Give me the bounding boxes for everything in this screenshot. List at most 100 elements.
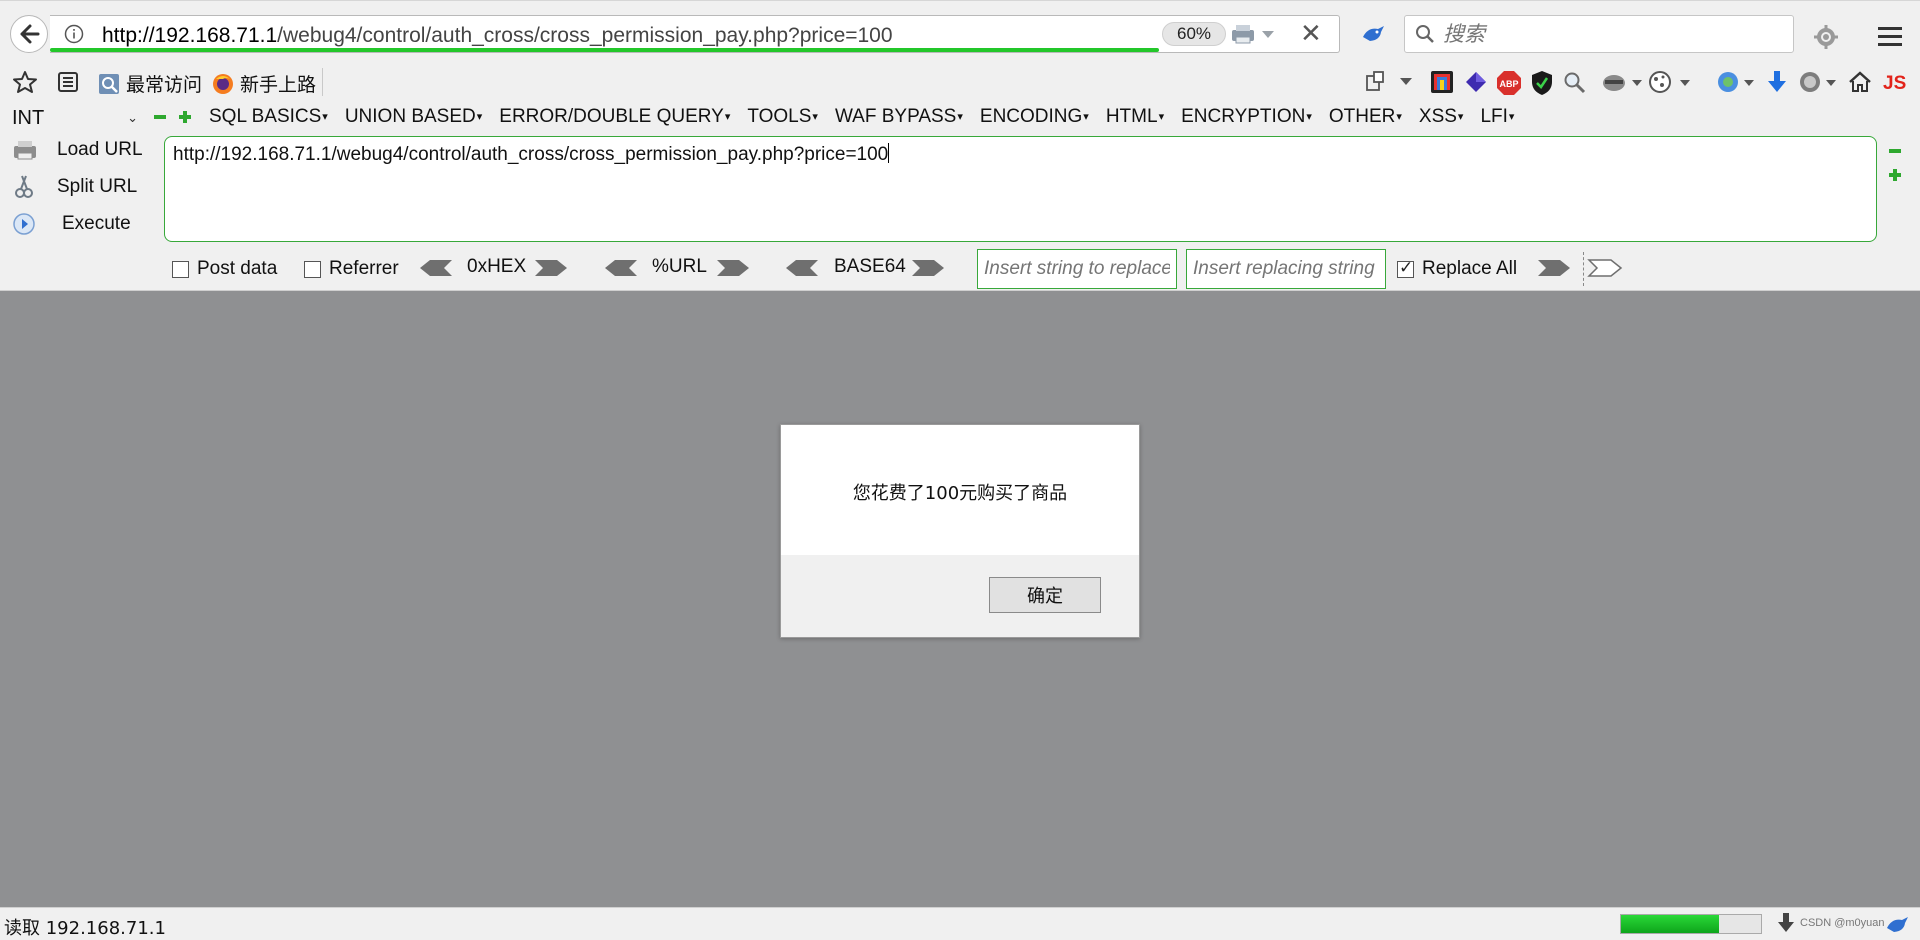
- alert-message-area: 您花费了100元购买了商品: [781, 425, 1139, 555]
- home-icon[interactable]: [1848, 70, 1872, 94]
- back-button[interactable]: [10, 15, 48, 53]
- shrink-textarea-icon[interactable]: [1888, 146, 1902, 156]
- reading-list-icon[interactable]: [56, 70, 80, 94]
- url-host: http://192.168.71.1: [102, 24, 278, 47]
- menu-encoding[interactable]: ENCODING: [980, 106, 1089, 128]
- hex-encoder-label: 0xHEX: [467, 256, 527, 277]
- download-progress-bar: [1620, 914, 1762, 934]
- page-load-progress: [50, 48, 1159, 52]
- options-separator: [1583, 252, 1584, 286]
- hackbar-options-row: Post data Referrer 0xHEX %URL BASE64 Rep…: [0, 246, 1920, 289]
- globe-extension-icon[interactable]: [1798, 70, 1838, 94]
- javascript-toggle-icon[interactable]: JS: [1882, 70, 1912, 94]
- checkbox-box: [304, 260, 321, 278]
- checkbox-box-checked: [1397, 258, 1414, 278]
- pocket-extension-icon[interactable]: [1430, 70, 1454, 94]
- minus-icon[interactable]: [153, 110, 167, 124]
- replace-all-label: Replace All: [1422, 258, 1518, 279]
- scissors-icon: [15, 175, 33, 198]
- split-url-button[interactable]: Split URL: [12, 174, 137, 200]
- tray-icon[interactable]: [1884, 914, 1910, 936]
- status-bar: 读取 192.168.71.1 CSDN @m0yuan: [0, 907, 1920, 940]
- back-arrow-icon: [20, 24, 40, 44]
- load-url-icon: [14, 141, 36, 160]
- execute-button[interactable]: Execute: [12, 212, 131, 236]
- status-text: 读取 192.168.71.1: [4, 918, 166, 939]
- chevron-down-icon: ⌄: [127, 110, 138, 125]
- type-select-value: INT: [12, 106, 45, 129]
- referrer-checkbox[interactable]: Referrer: [304, 258, 399, 280]
- translate-extension-icon[interactable]: [1716, 70, 1756, 94]
- replace-string-input[interactable]: [977, 249, 1177, 289]
- menu-tools[interactable]: TOOLS: [747, 106, 818, 128]
- screenshot-extension-icon[interactable]: [1364, 70, 1388, 94]
- gear-icon[interactable]: [1814, 25, 1838, 49]
- menu-waf-bypass[interactable]: WAF BYPASS: [835, 106, 963, 128]
- download-icon[interactable]: [1776, 912, 1796, 934]
- replace-all-checkbox[interactable]: Replace All: [1397, 258, 1517, 280]
- adblock-plus-icon[interactable]: ABP: [1496, 70, 1522, 96]
- replacing-string-input[interactable]: [1186, 249, 1386, 289]
- execute-label: Execute: [62, 213, 131, 234]
- printer-icon[interactable]: [1230, 23, 1276, 45]
- post-data-checkbox[interactable]: Post data: [172, 258, 277, 280]
- menu-other[interactable]: OTHER: [1329, 106, 1402, 128]
- search-icon: [1416, 25, 1434, 43]
- hackbar-panel: INT ⌄ SQL BASICS UNION BASED ERROR/DOUBL…: [0, 102, 1920, 291]
- decode-base64-arrow-icon[interactable]: [784, 258, 820, 278]
- menu-union-based[interactable]: UNION BASED: [345, 106, 482, 128]
- menu-xss[interactable]: XSS: [1419, 106, 1464, 128]
- menu-sql-basics[interactable]: SQL BASICS: [209, 106, 328, 128]
- search-bar[interactable]: [1404, 15, 1794, 53]
- hamburger-menu-icon[interactable]: [1876, 25, 1904, 47]
- menu-error-double-query[interactable]: ERROR/DOUBLE QUERY: [499, 106, 730, 128]
- hackbar-url-value: http://192.168.71.1/webug4/control/auth_…: [173, 144, 889, 165]
- load-url-button[interactable]: Load URL: [12, 138, 143, 162]
- magnifier-extension-icon[interactable]: [1562, 70, 1586, 94]
- bookmark-most-visited[interactable]: 最常访问: [98, 70, 202, 97]
- stop-icon[interactable]: ✕: [1300, 18, 1322, 49]
- hackbar-url-textarea[interactable]: http://192.168.71.1/webug4/control/auth_…: [164, 136, 1877, 242]
- bookmarks-separator: [322, 68, 323, 96]
- search-input[interactable]: [1441, 21, 1775, 49]
- bookmark-getting-started[interactable]: 新手上路: [212, 70, 316, 97]
- diamond-extension-icon[interactable]: [1464, 70, 1488, 94]
- grow-textarea-icon[interactable]: [1888, 168, 1902, 182]
- cookie-extension-icon[interactable]: [1648, 70, 1692, 94]
- zoom-indicator[interactable]: 60%: [1162, 22, 1226, 46]
- bookmarks-toolbar: 最常访问 新手上路 ABP JS: [0, 62, 1920, 102]
- menu-html[interactable]: HTML: [1106, 106, 1164, 128]
- alert-dialog: 您花费了100元购买了商品 确定: [780, 424, 1140, 638]
- load-url-label: Load URL: [57, 139, 143, 160]
- download-arrow-icon[interactable]: [1766, 70, 1788, 94]
- spy-extension-icon[interactable]: [1602, 70, 1642, 94]
- replace-reverse-arrow-icon[interactable]: [1587, 258, 1623, 278]
- type-select[interactable]: INT ⌄: [12, 106, 140, 130]
- url-encoder-label: %URL: [652, 256, 707, 277]
- post-data-label: Post data: [197, 258, 278, 279]
- base64-encoder-label: BASE64: [834, 256, 906, 277]
- ok-button[interactable]: 确定: [989, 577, 1101, 613]
- encode-base64-arrow-icon[interactable]: [910, 258, 946, 278]
- info-icon[interactable]: [64, 24, 84, 44]
- url-text[interactable]: http://192.168.71.1/webug4/control/auth_…: [102, 24, 893, 48]
- svg-text:ABP: ABP: [1499, 79, 1518, 89]
- shield-icon[interactable]: [1530, 70, 1554, 96]
- decode-hex-arrow-icon[interactable]: [418, 258, 454, 278]
- replace-run-arrow-icon[interactable]: [1536, 258, 1572, 278]
- menu-lfi[interactable]: LFI: [1480, 106, 1514, 128]
- encode-hex-arrow-icon[interactable]: [533, 258, 569, 278]
- star-icon[interactable]: [12, 70, 38, 94]
- encode-url-arrow-icon[interactable]: [715, 258, 751, 278]
- bookmark-label: 最常访问: [126, 75, 203, 96]
- text-caret: [888, 143, 890, 163]
- url-path: /webug4/control/auth_cross/cross_permiss…: [277, 24, 893, 47]
- bird-extension-icon[interactable]: [1360, 23, 1386, 45]
- menu-encryption[interactable]: ENCRYPTION: [1181, 106, 1312, 128]
- hackbar-menu: SQL BASICS UNION BASED ERROR/DOUBLE QUER…: [209, 106, 1514, 128]
- dropdown-arrow-icon[interactable]: [1400, 78, 1412, 86]
- plus-icon[interactable]: [178, 110, 192, 124]
- url-bar[interactable]: http://192.168.71.1/webug4/control/auth_…: [50, 15, 1340, 53]
- bookmark-label: 新手上路: [240, 75, 317, 96]
- decode-url-arrow-icon[interactable]: [603, 258, 639, 278]
